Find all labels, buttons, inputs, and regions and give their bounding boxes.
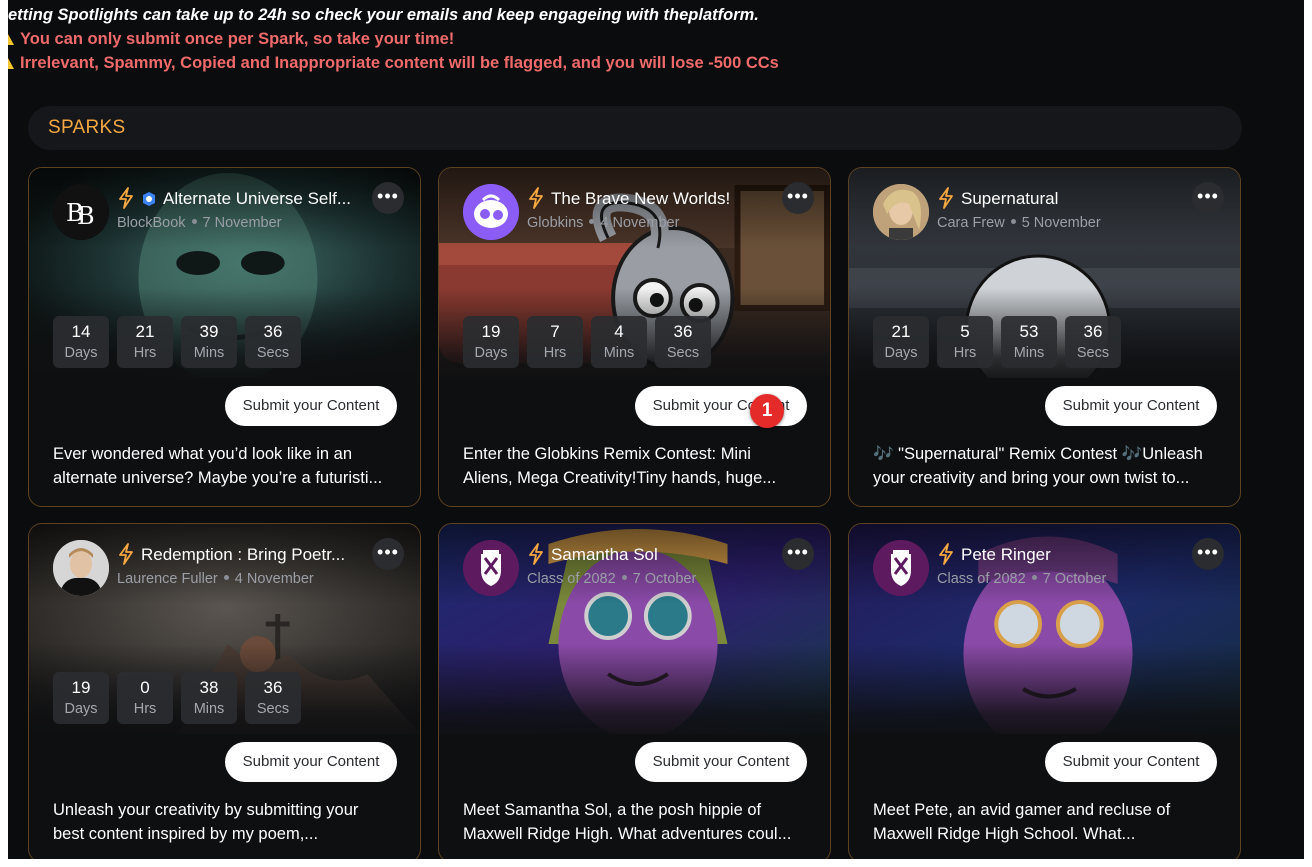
globkins-logo-icon (463, 184, 519, 240)
submit-content-button[interactable]: Submit your Content (1045, 742, 1217, 782)
avatar[interactable] (873, 184, 929, 240)
profile-photo-icon (873, 184, 929, 240)
more-options-button[interactable]: ••• (372, 538, 404, 570)
warning-icon (8, 58, 14, 69)
notice-submit-once: You can only submit once per Spark, so t… (8, 30, 454, 49)
app-screen: etting Spotlights can take up to 24h so … (8, 0, 1304, 859)
spark-card[interactable]: B B Alternate Universe Self... BlockBook… (28, 167, 421, 507)
spark-date: 4 November (234, 571, 314, 587)
avatar[interactable] (873, 540, 929, 596)
timer-days: 21 Days (873, 316, 929, 368)
spark-title[interactable]: The Brave New Worlds! (551, 189, 730, 208)
spark-description[interactable]: Meet Pete, an avid gamer and recluse of … (873, 798, 1223, 846)
timer-minutes: 53 Mins (1001, 316, 1057, 368)
spark-date: 7 October (1042, 571, 1107, 587)
spark-card[interactable]: The Brave New Worlds! Globkins 4 November… (438, 167, 831, 507)
bolt-icon (119, 187, 133, 209)
submit-content-button[interactable]: Submit your Content (225, 742, 397, 782)
avatar[interactable] (53, 540, 109, 596)
bolt-icon (529, 543, 543, 565)
spark-card[interactable]: Samantha Sol Class of 2082 7 October ••• … (438, 523, 831, 859)
timer-hours: 21 Hrs (117, 316, 173, 368)
bolt-icon (529, 187, 543, 209)
timer-seconds: 36 Secs (245, 316, 301, 368)
school-crest-icon (873, 540, 929, 596)
spark-card[interactable]: Supernatural Cara Frew 5 November ••• 21 D… (848, 167, 1241, 507)
more-options-button[interactable]: ••• (782, 538, 814, 570)
author-name[interactable]: BlockBook (117, 215, 186, 231)
section-title: SPARKS (48, 117, 126, 138)
author-name[interactable]: Laurence Fuller (117, 571, 218, 587)
timer-hours: 0 Hrs (117, 672, 173, 724)
author-name[interactable]: Globkins (527, 215, 583, 231)
verified-badge-icon (143, 192, 155, 206)
timer-hours: 7 Hrs (527, 316, 583, 368)
timer-seconds: 36 Secs (655, 316, 711, 368)
bolt-icon (939, 187, 953, 209)
timer-minutes: 39 Mins (181, 316, 237, 368)
more-options-button[interactable]: ••• (782, 182, 814, 214)
bolt-icon (119, 543, 133, 565)
spark-date: 5 November (1021, 215, 1101, 231)
timer-days: 19 Days (53, 672, 109, 724)
timer-seconds: 36 Secs (1065, 316, 1121, 368)
avatar[interactable] (463, 184, 519, 240)
timer-minutes: 38 Mins (181, 672, 237, 724)
spark-meta: Laurence Fuller 4 November (117, 571, 314, 587)
timer-minutes: 4 Mins (591, 316, 647, 368)
spark-description[interactable]: Meet Samantha Sol, a the posh hippie of … (463, 798, 813, 846)
spark-title[interactable]: Redemption : Bring Poetr... (141, 545, 345, 564)
spark-meta: Class of 2082 7 October (937, 571, 1106, 587)
spark-card[interactable]: Pete Ringer Class of 2082 7 October ••• S… (848, 523, 1241, 859)
blockbook-logo-icon: B B (53, 184, 109, 240)
svg-text:B: B (77, 202, 95, 230)
notice-spotlight: etting Spotlights can take up to 24h so … (8, 6, 759, 24)
spark-date: 7 November (202, 215, 282, 231)
spark-meta: Class of 2082 7 October (527, 571, 696, 587)
author-name[interactable]: Class of 2082 (527, 571, 616, 587)
timer-seconds: 36 Secs (245, 672, 301, 724)
bolt-icon (939, 543, 953, 565)
submit-content-button[interactable]: Submit your Content (225, 386, 397, 426)
spark-title[interactable]: Alternate Universe Self... (163, 189, 351, 208)
spark-description[interactable]: Unleash your creativity by submitting yo… (53, 798, 403, 846)
avatar[interactable] (463, 540, 519, 596)
more-options-button[interactable]: ••• (1192, 182, 1224, 214)
spark-meta: Cara Frew 5 November (937, 215, 1101, 231)
sparks-section-header: SPARKS (28, 106, 1242, 150)
timer-days: 14 Days (53, 316, 109, 368)
spark-meta: Globkins 4 November (527, 215, 679, 231)
spark-description[interactable]: Ever wondered what you’d look like in an… (53, 442, 403, 490)
author-name[interactable]: Class of 2082 (937, 571, 1026, 587)
spark-title[interactable]: Samantha Sol (551, 545, 658, 564)
spark-meta: BlockBook 7 November (117, 215, 282, 231)
avatar[interactable]: B B (53, 184, 109, 240)
submit-content-button[interactable]: Submit your Content (1045, 386, 1217, 426)
notice-flagged: Irrelevant, Spammy, Copied and Inappropr… (8, 54, 779, 73)
spark-description[interactable]: 🎶 "Supernatural" Remix Contest 🎶Unleash … (873, 442, 1223, 490)
spark-title[interactable]: Pete Ringer (961, 545, 1051, 564)
warning-icon (8, 34, 14, 45)
more-options-button[interactable]: ••• (1192, 538, 1224, 570)
timer-days: 19 Days (463, 316, 519, 368)
submit-content-button[interactable]: Submit your Content (635, 742, 807, 782)
timer-hours: 5 Hrs (937, 316, 993, 368)
school-crest-icon (463, 540, 519, 596)
annotation-marker: 1 (750, 394, 784, 428)
profile-photo-icon (53, 540, 109, 596)
spark-date: 4 November (600, 215, 680, 231)
spark-description[interactable]: Enter the Globkins Remix Contest: Mini A… (463, 442, 813, 490)
author-name[interactable]: Cara Frew (937, 215, 1005, 231)
more-options-button[interactable]: ••• (372, 182, 404, 214)
spark-date: 7 October (632, 571, 697, 587)
spark-title[interactable]: Supernatural (961, 189, 1058, 208)
spark-card[interactable]: Redemption : Bring Poetr... Laurence Ful… (28, 523, 421, 859)
